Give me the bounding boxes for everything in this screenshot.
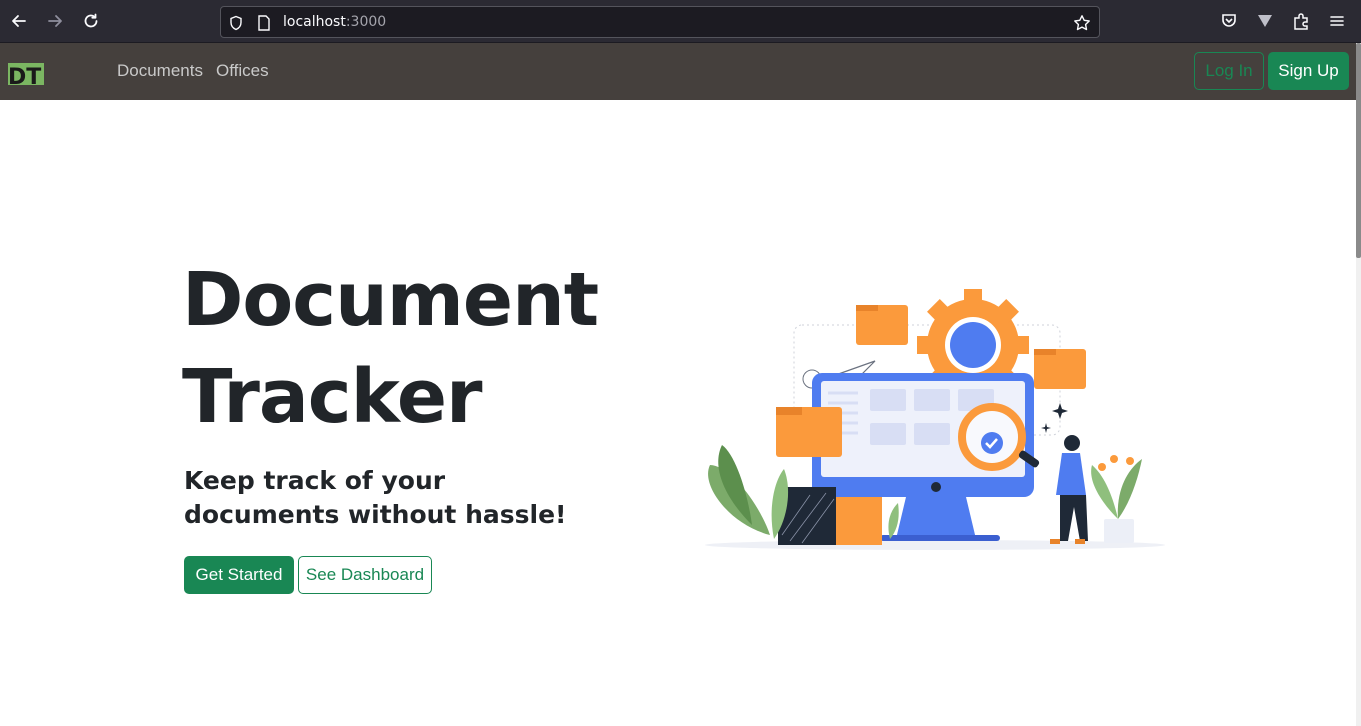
menu-hamburger-icon[interactable] [1327, 11, 1347, 31]
browser-toolbar: localhost:3000 [0, 0, 1361, 43]
url-text[interactable]: localhost:3000 [283, 14, 386, 30]
reload-icon[interactable] [80, 10, 102, 32]
star-icon[interactable] [1073, 14, 1091, 32]
hero-subtitle: Keep track of your documents without has… [184, 466, 567, 529]
page-icon [255, 14, 273, 32]
see-dashboard-button[interactable]: See Dashboard [298, 556, 432, 594]
get-started-button[interactable]: Get Started [184, 556, 294, 594]
nav-link-documents[interactable]: Documents [117, 61, 203, 81]
back-arrow-icon[interactable] [8, 10, 30, 32]
shield-icon[interactable] [227, 14, 245, 32]
hero-title-line1: Document [182, 257, 599, 343]
svg-text:DT: DT [8, 65, 41, 88]
signup-button[interactable]: Sign Up [1268, 52, 1349, 90]
login-button[interactable]: Log In [1194, 52, 1264, 90]
app-navbar: DT Documents Offices Log In Sign Up [0, 43, 1356, 100]
url-bar[interactable]: localhost:3000 [220, 6, 1100, 38]
document-tracking-illustration [705, 289, 1165, 550]
scrollbar-thumb[interactable] [1356, 43, 1361, 258]
dt-logo[interactable]: DT [8, 60, 44, 90]
pocket-icon[interactable] [1219, 11, 1239, 31]
extensions-puzzle-icon[interactable] [1291, 11, 1311, 31]
forward-arrow-icon[interactable] [44, 10, 66, 32]
nav-link-offices[interactable]: Offices [216, 61, 269, 81]
hero-title: Document Tracker [182, 252, 599, 446]
extension-v-icon[interactable] [1255, 11, 1275, 31]
hero-title-line2: Tracker [182, 354, 483, 440]
page-scrollbar[interactable] [1356, 43, 1361, 726]
